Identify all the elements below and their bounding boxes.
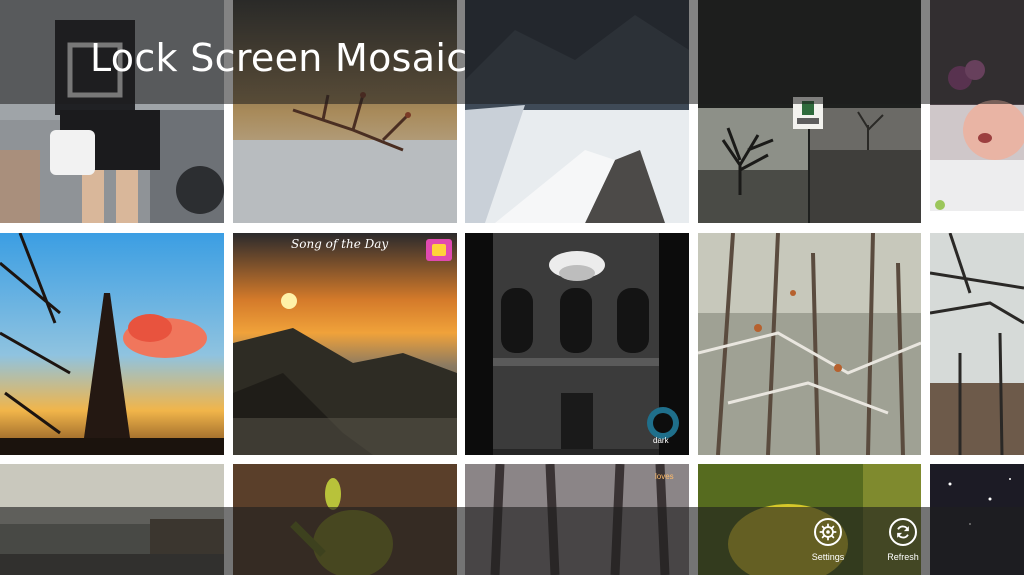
- photo-tile-eiffel-tower[interactable]: [0, 233, 224, 455]
- gear-icon: [814, 518, 842, 546]
- photo-sunset-valley-image: [233, 233, 457, 455]
- watermark-loves: loves: [655, 472, 674, 481]
- app-title: Lock Screen Mosaic: [90, 36, 468, 80]
- photo-tile-forest-branches[interactable]: [930, 233, 1024, 455]
- settings-button[interactable]: Settings: [798, 515, 858, 571]
- refresh-button[interactable]: Refresh: [873, 515, 933, 571]
- photo-chandelier-building-image: [465, 233, 689, 455]
- photo-tile-chandelier-building[interactable]: dark: [465, 233, 689, 455]
- photo-eiffel-tower-image: [0, 233, 224, 455]
- settings-label: Settings: [811, 552, 845, 562]
- photo-frozen-trees-image: [698, 233, 921, 455]
- photo-tile-frozen-trees[interactable]: [698, 233, 921, 455]
- photo-tile-song-of-the-day[interactable]: Song of the Day: [233, 233, 457, 455]
- song-of-the-day-caption: Song of the Day: [291, 237, 389, 251]
- refresh-icon: [889, 518, 917, 546]
- refresh-label: Refresh: [887, 552, 919, 562]
- photo-forest-branches-image: [930, 233, 1024, 455]
- app-bar: Settings Refresh: [0, 507, 1024, 575]
- watermark-dark: dark: [653, 436, 669, 445]
- title-bar: Lock Screen Mosaic: [0, 0, 1024, 104]
